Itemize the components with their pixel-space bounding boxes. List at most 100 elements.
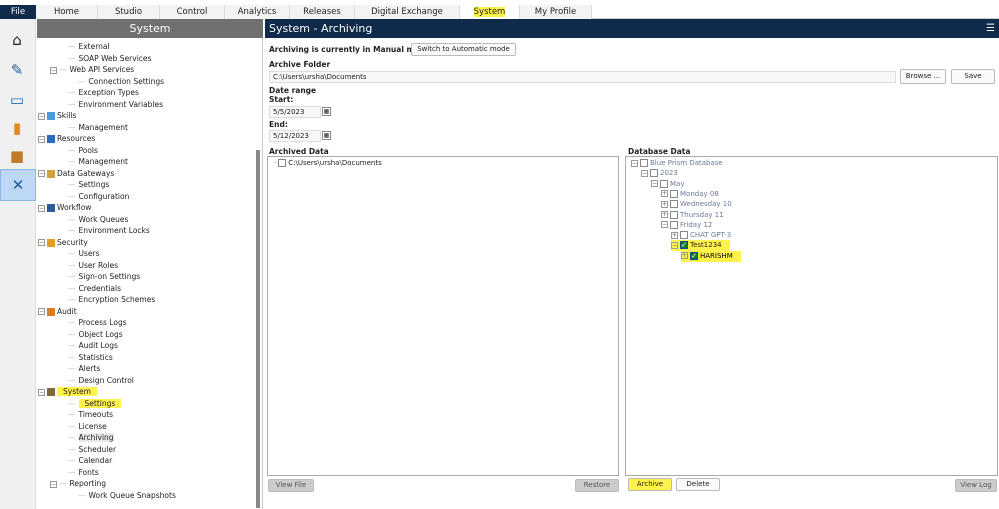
tree-item[interactable]: — Timeouts — [68, 409, 113, 420]
checkbox[interactable] — [650, 169, 658, 178]
checkbox[interactable] — [670, 200, 678, 209]
analytics-icon[interactable]: ▮ — [4, 115, 30, 141]
collapse-icon[interactable]: − — [38, 112, 45, 120]
tree-item[interactable]: — Alerts — [68, 363, 100, 374]
tree-item[interactable]: — Management — [68, 122, 128, 133]
tree-item[interactable]: — Environment Locks — [68, 225, 150, 236]
view-log-button[interactable]: View Log — [955, 479, 997, 492]
switch-mode-button[interactable]: Switch to Automatic mode — [411, 43, 516, 56]
tab-control[interactable]: Control — [160, 5, 225, 19]
tree-item[interactable]: — Management — [68, 156, 128, 167]
archived-folder-node[interactable]: ┈ C:\Users\ursha\Documents — [274, 158, 382, 169]
tree-item[interactable]: — License — [68, 421, 107, 432]
browse-button[interactable]: Browse ... — [900, 69, 946, 84]
tree-item[interactable]: — Credentials — [68, 283, 121, 294]
checkbox[interactable] — [660, 179, 668, 188]
collapse-icon[interactable]: − — [38, 204, 45, 212]
collapse-icon[interactable]: − — [38, 239, 45, 246]
tree-item[interactable]: — Encryption Schemes — [68, 294, 155, 305]
control-icon[interactable]: ▭ — [4, 87, 30, 113]
tree-item[interactable]: — Pools — [68, 145, 98, 156]
database-data-tree[interactable]: − Blue Prism Database −2023− May + Monday 08 +… — [625, 156, 998, 476]
tree-item[interactable]: — Settings — [68, 398, 122, 409]
checkbox[interactable] — [278, 159, 287, 167]
collapse-icon[interactable]: − — [661, 221, 668, 229]
collapse-icon[interactable]: − — [38, 135, 45, 143]
tree-group-audit[interactable]: − Audit — [38, 306, 77, 317]
tree-scrollbar[interactable] — [256, 150, 260, 508]
archive-folder-input[interactable]: C:\Users\ursha\Documents — [269, 71, 896, 83]
tree-item[interactable]: — Connection Settings — [78, 76, 164, 87]
tree-item[interactable]: — Users — [68, 248, 100, 259]
tree-item[interactable]: — User Roles — [68, 260, 118, 271]
tree-item[interactable]: − — Reporting — [50, 478, 106, 489]
collapse-icon[interactable]: − — [631, 159, 638, 167]
collapse-icon[interactable]: − — [50, 66, 57, 74]
expand-icon[interactable]: + — [681, 252, 688, 260]
end-date-input[interactable]: 5/12/2023 — [269, 130, 321, 142]
tree-item[interactable]: — Work Queue Snapshots — [78, 490, 176, 501]
collapse-icon[interactable]: − — [38, 308, 45, 315]
tree-item[interactable]: — Fonts — [68, 467, 99, 478]
tree-item[interactable]: — Audit Logs — [68, 340, 118, 351]
tree-item[interactable]: — Sign-on Settings — [68, 271, 140, 282]
tab-my-profile[interactable]: My Profile — [520, 5, 592, 19]
save-button[interactable]: Save — [951, 69, 995, 84]
db-tree-node[interactable]: + ✓ HARISHM — [681, 250, 741, 262]
tree-item[interactable]: — Archiving — [68, 432, 114, 443]
checkbox[interactable]: ✓ — [680, 241, 688, 250]
tree-group-data-gateways[interactable]: − Data Gateways — [38, 168, 114, 179]
tree-item[interactable]: — External — [68, 41, 110, 52]
tab-digital-exchange[interactable]: Digital Exchange — [355, 5, 460, 19]
calendar-icon[interactable]: ▦ — [322, 131, 331, 140]
package-icon[interactable]: ■ — [4, 143, 30, 169]
design-icon[interactable]: ✎ — [4, 57, 30, 83]
system-tools-icon[interactable]: ✕ — [0, 169, 36, 201]
tree-group-resources[interactable]: − Resources — [38, 133, 95, 144]
tree-item[interactable]: — Object Logs — [68, 329, 123, 340]
menu-icon[interactable]: ☰ — [986, 19, 995, 38]
checkbox[interactable] — [670, 210, 678, 219]
tree-item[interactable]: — Configuration — [68, 191, 129, 202]
tree-item[interactable]: — Design Control — [68, 375, 134, 386]
tree-item[interactable]: — Statistics — [68, 352, 113, 363]
checkbox[interactable] — [670, 189, 678, 198]
expand-icon[interactable]: + — [671, 231, 678, 239]
home-icon[interactable]: ⌂ — [4, 27, 30, 53]
checkbox[interactable]: ✓ — [690, 251, 698, 260]
tree-group-workflow[interactable]: − Workflow — [38, 202, 91, 213]
checkbox[interactable] — [670, 220, 678, 229]
tree-item[interactable]: — Process Logs — [68, 317, 127, 328]
checkbox[interactable] — [680, 231, 688, 240]
expand-icon[interactable]: + — [661, 200, 668, 208]
tab-system[interactable]: System — [460, 5, 520, 19]
tree-item[interactable]: — Exception Types — [68, 87, 139, 98]
archived-data-tree[interactable]: ┈ C:\Users\ursha\Documents — [267, 156, 619, 476]
expand-icon[interactable]: + — [661, 211, 668, 218]
delete-button[interactable]: Delete — [676, 478, 720, 491]
tree-item[interactable]: — Calendar — [68, 455, 112, 466]
tree-item[interactable]: — Environment Variables — [68, 99, 163, 110]
collapse-icon[interactable]: − — [671, 241, 678, 249]
tab-releases[interactable]: Releases — [290, 5, 355, 19]
tab-home[interactable]: Home — [36, 5, 98, 19]
restore-button[interactable]: Restore — [575, 479, 619, 492]
tree-item[interactable]: — Scheduler — [68, 444, 116, 455]
tree-item[interactable]: — Work Queues — [68, 214, 128, 225]
start-date-input[interactable]: 5/5/2023 — [269, 106, 321, 118]
view-file-button[interactable]: View File — [268, 479, 314, 492]
collapse-icon[interactable]: − — [50, 480, 57, 488]
tree-group-security[interactable]: − Security — [38, 237, 88, 248]
checkbox[interactable] — [640, 159, 648, 167]
collapse-icon[interactable]: − — [641, 169, 648, 177]
tree-group-system[interactable]: − System — [38, 386, 97, 397]
expand-icon[interactable]: + — [661, 190, 668, 198]
tab-studio[interactable]: Studio — [98, 5, 160, 19]
calendar-icon[interactable]: ▦ — [322, 107, 331, 116]
tree-item[interactable]: − — Web API Services — [50, 64, 134, 75]
tree-group-skills[interactable]: − Skills — [38, 110, 76, 121]
collapse-icon[interactable]: − — [38, 170, 45, 177]
tree-item[interactable]: — Settings — [68, 179, 109, 190]
collapse-icon[interactable]: − — [651, 180, 658, 188]
tab-analytics[interactable]: Analytics — [225, 5, 290, 19]
